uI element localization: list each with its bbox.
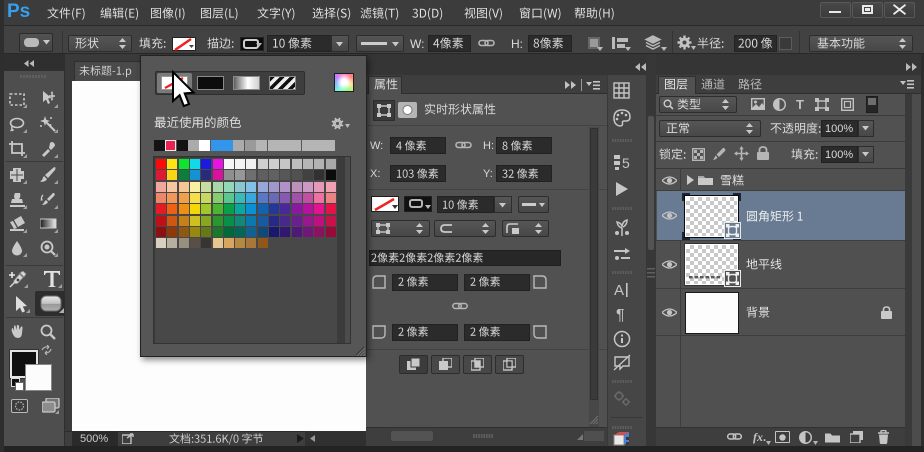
svg-text:¶: ¶ [616, 307, 625, 323]
svg-text:5: 5 [622, 155, 630, 171]
svg-text:A: A [614, 282, 624, 299]
